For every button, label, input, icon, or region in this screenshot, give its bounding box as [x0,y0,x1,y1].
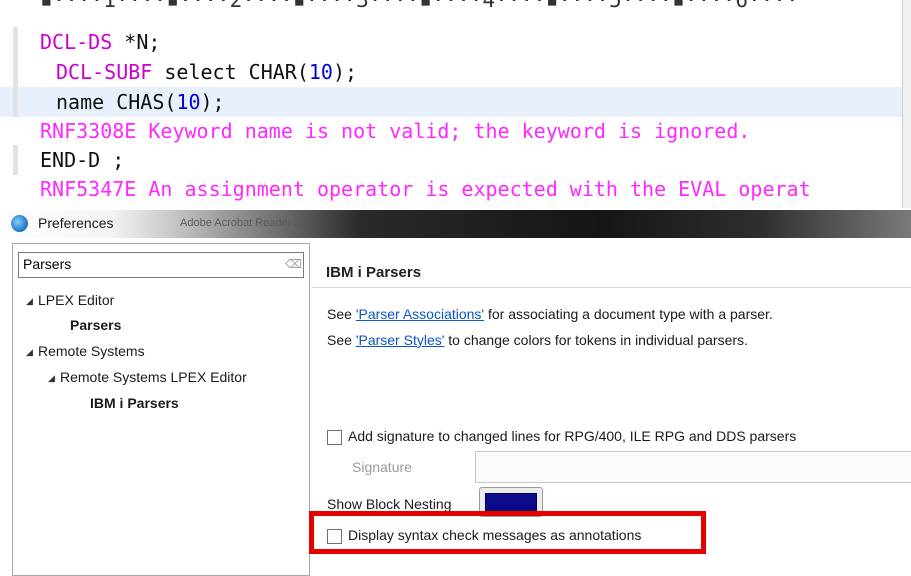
color-swatch [485,493,537,511]
keyword: DCL-SUBF [56,60,153,84]
lpex-editor-view[interactable]: ▪····1····▪····2····▪····3····▪····4····… [0,0,911,208]
syntax-error-message: RNF5347E An assignment operator is expec… [40,177,811,201]
parser-associations-text: See 'Parser Associations' for associatin… [327,306,773,322]
tree-item-label: LPEX Editor [38,292,115,308]
error-message-line-2: RNF5347E An assignment operator is expec… [0,174,903,204]
tree-item-label: Remote Systems [38,343,145,359]
filter-text: Parsers [23,256,72,272]
code-line-4[interactable]: END-D ; [0,145,903,175]
dialog-titlebar[interactable]: Preferences Adobe Acrobat Reader DC [0,210,911,238]
tree-item-label: Remote Systems LPEX Editor [60,369,247,385]
code-text: ); [200,90,225,114]
code-text: select CHAR( [152,60,309,84]
expanded-twisty-icon[interactable]: ◢ [26,347,38,358]
expanded-twisty-icon[interactable]: ◢ [48,373,60,384]
code-line-3-current[interactable]: name CHAS(10); [0,87,903,117]
add-signature-label[interactable]: Add signature to changed lines for RPG/4… [348,428,796,444]
add-signature-checkbox[interactable] [327,430,342,445]
line-marker [13,145,18,175]
code-text: END-D ; [40,148,125,172]
tree-item-remote-systems-lpex-editor[interactable]: ◢ Remote Systems LPEX Editor [48,369,247,385]
show-block-nesting-label: Show Block Nesting [327,496,452,512]
signature-label: Signature [352,459,412,475]
number-literal: 10 [308,60,333,84]
keyword: DCL-DS [40,30,113,54]
highlight-box [309,511,706,554]
tree-item-label: IBM i Parsers [90,395,179,411]
tree-item-remote-systems[interactable]: ◢ Remote Systems [26,343,145,359]
preferences-tree-pane: Parsers ⌫ ◢ LPEX Editor Parsers ◢ Remote S… [12,243,310,576]
eclipse-app-icon [11,215,28,232]
error-message-line-1: RNF3308E Keyword name is not valid; the … [0,116,903,146]
column-ruler: ▪····1····▪····2····▪····3····▪····4····… [40,0,799,12]
code-text: *N; [112,30,161,54]
vertical-scrollbar[interactable] [902,0,911,208]
code-line-1[interactable]: DCL-DS *N; [0,27,903,57]
page-header: IBM i Parsers [312,243,911,288]
background-window-title: Adobe Acrobat Reader DC [180,217,311,229]
tree-item-lpex-editor[interactable]: ◢ LPEX Editor [26,292,114,308]
line-marker [13,57,18,87]
code-text: ); [332,60,358,84]
parser-styles-text: See 'Parser Styles' to change colors for… [327,332,748,348]
expanded-twisty-icon[interactable]: ◢ [26,296,38,307]
tree-item-ibm-i-parsers[interactable]: IBM i Parsers [90,395,179,411]
clear-filter-icon[interactable]: ⌫ [285,258,302,270]
code-text: name CHAS( [56,90,177,114]
syntax-error-message: RNF3308E Keyword name is not valid; the … [40,119,751,143]
dialog-title: Preferences [38,215,114,231]
parser-styles-link[interactable]: 'Parser Styles' [356,332,445,348]
code-line-2[interactable]: DCL-SUBF select CHAR(10); [0,57,903,87]
line-marker [13,87,18,117]
line-marker [13,27,18,57]
tree-item-parsers[interactable]: Parsers [70,317,121,333]
parser-associations-link[interactable]: 'Parser Associations' [356,306,484,322]
page-title: IBM i Parsers [326,264,422,281]
signature-field[interactable] [475,451,911,483]
number-literal: 10 [176,90,201,114]
filter-input[interactable]: Parsers ⌫ [18,252,304,278]
tree-item-label: Parsers [70,317,122,333]
